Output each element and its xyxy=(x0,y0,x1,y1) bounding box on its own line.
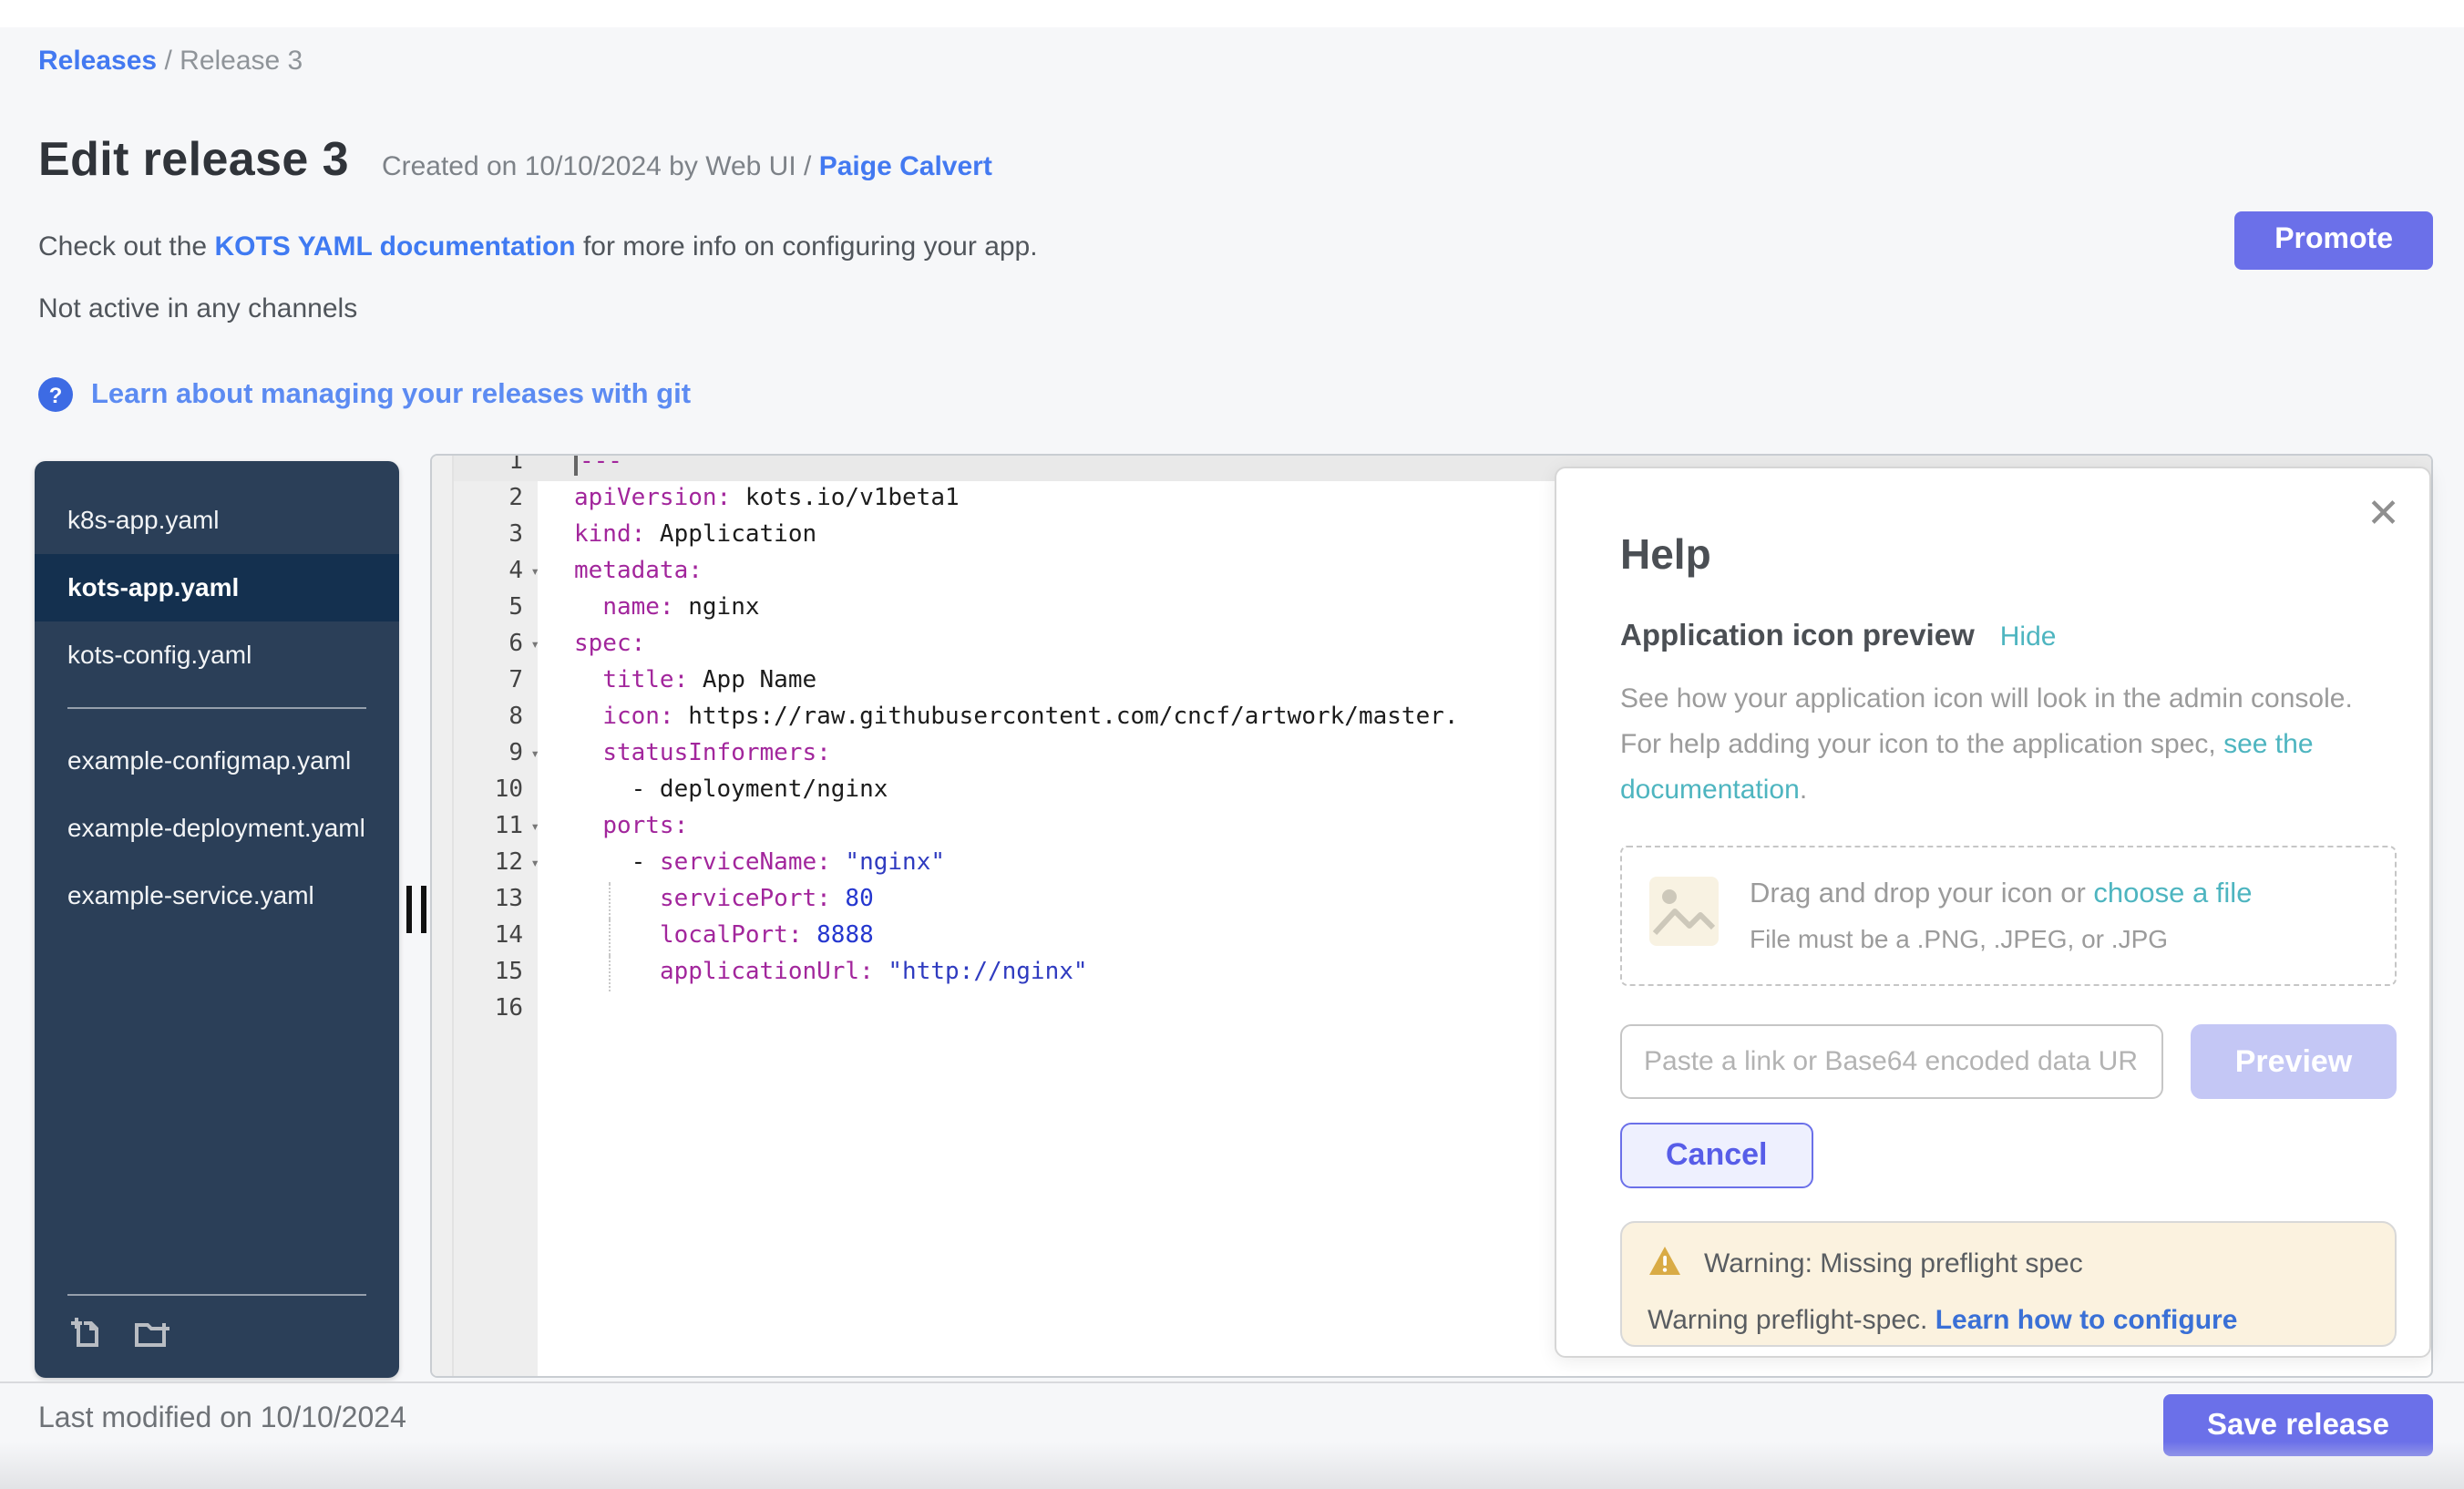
line-number: 14 xyxy=(454,919,538,955)
help-panel-title: Help xyxy=(1620,530,2397,580)
line-number: 3 xyxy=(454,518,538,554)
line-number: 11▾ xyxy=(454,809,538,846)
close-icon[interactable]: ✕ xyxy=(2366,494,2400,534)
breadcrumb-separator: / xyxy=(164,46,180,77)
kots-yaml-docs-link[interactable]: KOTS YAML documentation xyxy=(214,231,575,262)
line-number: 6▾ xyxy=(454,627,538,663)
configure-preflight-link[interactable]: Learn how to configure xyxy=(1935,1305,2238,1336)
edit-release-page: Releases / Release 3 Edit release 3 Crea… xyxy=(0,0,2464,1489)
line-number: 5 xyxy=(454,590,538,627)
file-item-k8s-app.yaml[interactable]: k8s-app.yaml xyxy=(35,487,399,554)
preflight-warning: Warning: Missing preflight spec Warning … xyxy=(1620,1221,2397,1347)
file-list-divider xyxy=(67,707,366,709)
breadcrumb: Releases / Release 3 xyxy=(38,46,303,77)
editor-scrollbar[interactable] xyxy=(432,456,454,1376)
image-placeholder-icon xyxy=(1648,875,1720,957)
warning-icon xyxy=(1648,1245,1682,1287)
dropzone-filetypes: File must be a .PNG, .JPEG, or .JPG xyxy=(1750,924,2252,953)
cancel-button[interactable]: Cancel xyxy=(1620,1123,1813,1188)
icon-url-input[interactable] xyxy=(1620,1024,2163,1099)
icon-dropzone[interactable]: Drag and drop your icon or choose a file… xyxy=(1620,846,2397,986)
warning-detail: Warning preflight-spec. Learn how to con… xyxy=(1648,1301,2369,1341)
page-title: Edit release 3 xyxy=(38,131,349,188)
top-strip xyxy=(0,0,2464,27)
question-mark-icon: ? xyxy=(38,377,73,412)
help-panel: ✕ Help Application icon preview Hide See… xyxy=(1555,467,2431,1358)
file-item-example-service.yaml[interactable]: example-service.yaml xyxy=(35,862,399,929)
icon-preview-description: See how your application icon will look … xyxy=(1620,676,2397,813)
channel-status: Not active in any channels xyxy=(38,293,357,324)
file-item-kots-config.yaml[interactable]: kots-config.yaml xyxy=(35,621,399,689)
line-number: 4▾ xyxy=(454,554,538,590)
git-releases-link[interactable]: Learn about managing your releases with … xyxy=(91,378,691,411)
breadcrumb-current: Release 3 xyxy=(180,46,303,77)
icon-preview-section-title: Application icon preview xyxy=(1620,620,1975,654)
preview-button[interactable]: Preview xyxy=(2191,1024,2397,1099)
created-meta: Created on 10/10/2024 by Web UI / Paige … xyxy=(382,151,992,182)
sidebar-resize-handle[interactable] xyxy=(406,886,426,933)
line-number: 10 xyxy=(454,773,538,809)
footer-divider xyxy=(0,1381,2464,1383)
choose-file-link[interactable]: choose a file xyxy=(2093,878,2252,909)
text-cursor xyxy=(574,456,578,475)
breadcrumb-releases-link[interactable]: Releases xyxy=(38,46,157,77)
save-release-button[interactable]: Save release xyxy=(2163,1394,2433,1456)
file-list: k8s-app.yamlkots-app.yamlkots-config.yam… xyxy=(35,487,399,929)
last-modified-text: Last modified on 10/10/2024 xyxy=(38,1403,406,1436)
promote-button[interactable]: Promote xyxy=(2234,211,2433,270)
sidebar-footer xyxy=(67,1294,366,1360)
line-number: 1 xyxy=(454,456,538,481)
line-number: 15 xyxy=(454,955,538,991)
docs-hint: Check out the KOTS YAML documentation fo… xyxy=(38,231,1038,262)
warning-title: Warning: Missing preflight spec xyxy=(1704,1245,2083,1285)
file-item-kots-app.yaml[interactable]: kots-app.yaml xyxy=(35,554,399,621)
line-number: 12▾ xyxy=(454,846,538,882)
hide-link[interactable]: Hide xyxy=(2000,621,2057,652)
dropzone-text: Drag and drop your icon or choose a file xyxy=(1750,878,2252,911)
add-folder-icon[interactable] xyxy=(133,1314,173,1360)
line-number: 7 xyxy=(454,663,538,700)
file-tree-sidebar: k8s-app.yamlkots-app.yamlkots-config.yam… xyxy=(35,461,399,1378)
file-item-example-deployment.yaml[interactable]: example-deployment.yaml xyxy=(35,795,399,862)
line-number: 9▾ xyxy=(454,736,538,773)
bottom-fade xyxy=(0,1442,2464,1489)
line-number: 16 xyxy=(454,991,538,1028)
line-number: 13 xyxy=(454,882,538,919)
line-number: 8 xyxy=(454,700,538,736)
line-number: 2 xyxy=(454,481,538,518)
author-link[interactable]: Paige Calvert xyxy=(819,151,992,182)
add-file-icon[interactable] xyxy=(67,1314,104,1360)
file-item-example-configmap.yaml[interactable]: example-configmap.yaml xyxy=(35,727,399,795)
